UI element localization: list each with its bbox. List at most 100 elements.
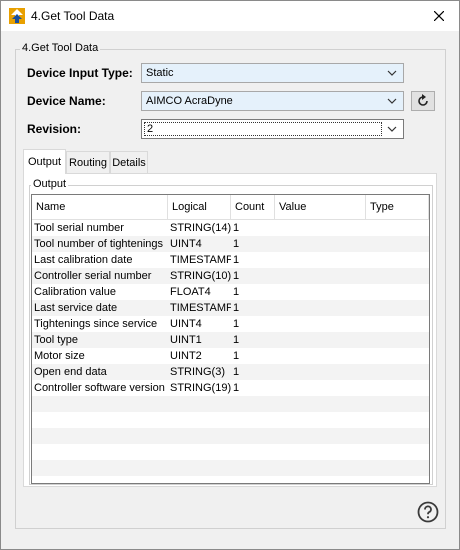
cell-name: Tool type [34,334,79,346]
column-header-logical[interactable]: Logical [168,195,231,219]
revision-edit-box[interactable]: 2 [144,122,382,136]
table-row-empty [32,412,429,428]
device-name-label: Device Name: [27,94,106,108]
table-row[interactable]: Tightenings since service UINT4 1 [32,316,429,332]
close-button[interactable] [419,1,459,31]
cell-type [366,300,429,316]
cell-count: 1 [233,318,240,330]
cell-logical: TIMESTAMP [170,302,231,314]
cell-value [275,332,366,348]
table-row[interactable]: Controller serial number STRING(10) 1 [32,268,429,284]
cell-name: Controller software version [34,382,165,394]
title-bar: 4.Get Tool Data [1,1,459,31]
chevron-down-icon [387,126,397,132]
cell-type [366,268,429,284]
refresh-button[interactable] [411,91,435,111]
revision-select[interactable]: 2 [141,119,404,139]
table-row[interactable]: Last calibration date TIMESTAMP 1 [32,252,429,268]
revision-label: Revision: [27,122,82,136]
tab-output-label: Output [27,156,62,168]
cell-count: 1 [233,334,240,346]
cell-count: 1 [233,254,240,266]
cell-type [366,284,429,300]
cell-logical: UINT4 [170,318,202,330]
table-row[interactable]: Open end data STRING(3) 1 [32,364,429,380]
cell-count: 1 [233,222,240,234]
cell-name: Last calibration date [34,254,133,266]
dialog-window: 4.Get Tool Data 4.Get Tool Data Device I… [0,0,460,550]
device-input-type-value: Static [146,67,174,79]
tab-routing-label: Routing [69,156,107,169]
cell-type [366,380,429,396]
table-row[interactable]: Tool number of tightenings UINT4 1 [32,236,429,252]
refresh-icon [418,94,428,106]
tab-routing[interactable]: Routing [66,151,110,173]
cell-count: 1 [233,350,240,362]
column-header-name[interactable]: Name [32,195,168,219]
device-name-select[interactable]: AIMCO AcraDyne [141,91,404,111]
window-title: 4.Get Tool Data [31,9,115,23]
tab-output[interactable]: Output [23,149,66,174]
cell-type [366,316,429,332]
chevron-down-icon [387,98,397,104]
table-row-empty [32,460,429,476]
cell-name: Tool number of tightenings [34,238,164,250]
table-header: Name Logical Count Value Type [32,195,429,220]
table-row[interactable]: Motor size UINT2 1 [32,348,429,364]
cell-type [366,332,429,348]
cell-name: Motor size [34,350,85,362]
table-row[interactable]: Last service date TIMESTAMP 1 [32,300,429,316]
cell-count: 1 [233,302,240,314]
cell-logical: UINT4 [170,238,202,250]
cell-logical: TIMESTAMP [170,254,231,266]
groupbox-label: 4.Get Tool Data [20,42,101,54]
cell-name: Last service date [34,302,118,314]
column-header-type[interactable]: Type [366,195,429,219]
app-up-arrows-icon [9,8,25,24]
cell-value [275,380,366,396]
cell-name: Controller serial number [34,270,152,282]
cell-type [366,364,429,380]
cell-value [275,236,366,252]
table-row-empty [32,444,429,460]
cell-value [275,348,366,364]
cell-logical: STRING(14) [170,222,231,234]
output-group-label: Output [31,178,69,190]
cell-value [275,252,366,268]
revision-value: 2 [147,123,154,135]
column-header-count[interactable]: Count [231,195,275,219]
cell-value [275,220,366,236]
cell-value [275,364,366,380]
cell-value [275,284,366,300]
help-icon [417,501,439,523]
cell-name: Calibration value [34,286,116,298]
cell-value [275,268,366,284]
device-input-type-label: Device Input Type: [27,66,133,80]
cell-logical: FLOAT4 [170,286,211,298]
table-row[interactable]: Calibration value FLOAT4 1 [32,284,429,300]
tab-details[interactable]: Details [110,151,148,173]
output-table[interactable]: Name Logical Count Value Type Tool seria… [31,194,430,484]
close-icon [434,11,444,21]
cell-name: Tool serial number [34,222,124,234]
device-input-type-select[interactable]: Static [141,63,404,83]
cell-count: 1 [233,286,240,298]
cell-name: Tightenings since service [34,318,158,330]
table-row[interactable]: Tool serial number STRING(14) 1 [32,220,429,236]
cell-logical: STRING(19) [170,382,231,394]
cell-logical: UINT1 [170,334,202,346]
table-row[interactable]: Controller software version STRING(19) 1 [32,380,429,396]
table-row-empty [32,396,429,412]
cell-count: 1 [233,270,240,282]
tab-details-label: Details [112,156,146,169]
table-row[interactable]: Tool type UINT1 1 [32,332,429,348]
table-row-empty [32,428,429,444]
device-name-value: AIMCO AcraDyne [146,95,233,107]
cell-logical: STRING(10) [170,270,231,282]
help-button[interactable] [417,501,439,523]
cell-type [366,236,429,252]
chevron-down-icon [387,70,397,76]
column-header-value[interactable]: Value [275,195,366,219]
cell-type [366,348,429,364]
cell-name: Open end data [34,366,107,378]
